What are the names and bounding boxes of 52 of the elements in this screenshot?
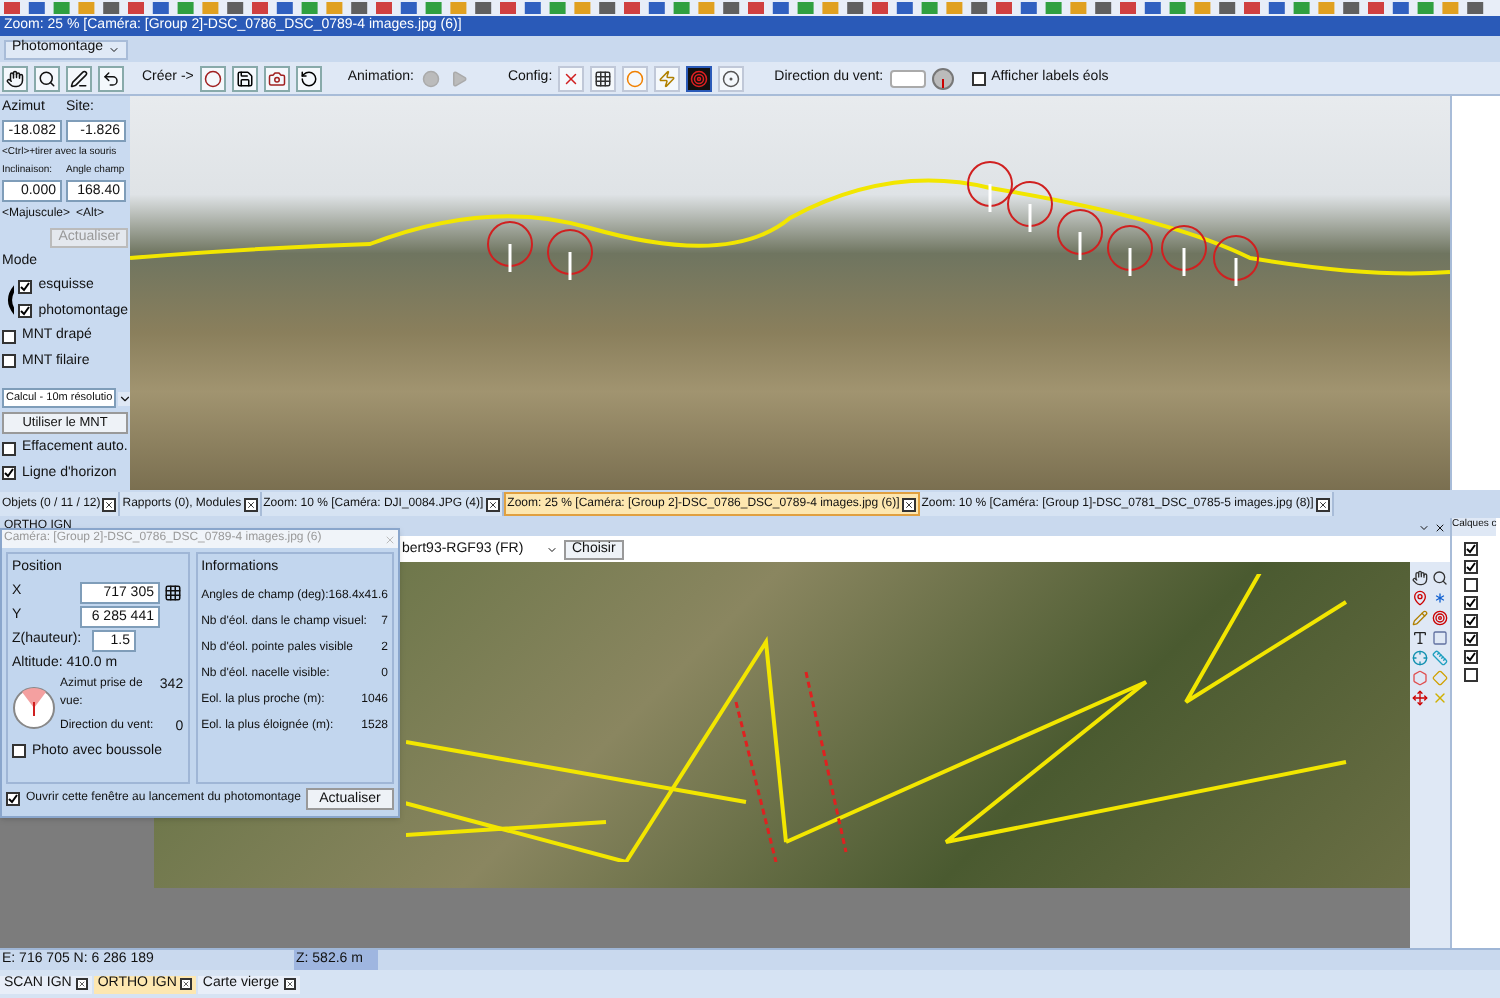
checkbox[interactable] — [18, 279, 33, 294]
hand-icon[interactable] — [2, 65, 28, 91]
toolbar-icons-drawing[interactable] — [0, 0, 1500, 16]
checkbox[interactable] — [1464, 632, 1478, 646]
close-icon[interactable] — [1434, 521, 1446, 533]
checkbox[interactable] — [1464, 650, 1478, 664]
text-icon[interactable] — [1412, 630, 1428, 646]
grid-icon[interactable] — [164, 583, 182, 601]
checkbox[interactable] — [1464, 596, 1478, 610]
bracket-icon — [2, 283, 15, 315]
close-icon[interactable] — [102, 497, 117, 511]
pin-icon[interactable] — [1412, 590, 1428, 606]
checkbox[interactable] — [971, 71, 986, 85]
compass-icon[interactable] — [12, 685, 56, 730]
checkbox[interactable] — [12, 744, 26, 759]
close-icon[interactable] — [1315, 497, 1330, 511]
camera-icon[interactable] — [263, 65, 290, 91]
checkbox[interactable] — [2, 354, 16, 369]
close-icon[interactable] — [283, 978, 296, 990]
collapse-icon[interactable] — [1418, 521, 1430, 533]
move-icon[interactable] — [1412, 690, 1428, 706]
search-icon[interactable] — [1432, 570, 1448, 586]
asterisk-icon[interactable] — [1432, 590, 1448, 606]
save-icon[interactable] — [231, 65, 258, 91]
line-icon[interactable] — [66, 65, 92, 91]
search-icon[interactable] — [34, 65, 60, 91]
checkbox[interactable] — [1464, 668, 1478, 682]
caret-icon — [107, 43, 120, 55]
checkbox[interactable] — [2, 466, 16, 481]
target-icon[interactable] — [686, 65, 713, 91]
wind-dial-icon[interactable] — [931, 67, 954, 89]
checkbox[interactable] — [1464, 560, 1478, 574]
circle-icon[interactable] — [199, 65, 226, 91]
close-icon[interactable] — [485, 497, 500, 511]
cross-icon[interactable] — [558, 65, 585, 91]
close-icon[interactable] — [901, 497, 916, 511]
rings-icon[interactable] — [718, 65, 745, 91]
wind-direction-field[interactable] — [889, 69, 926, 87]
checkbox[interactable] — [2, 329, 16, 344]
rotate-icon[interactable] — [295, 65, 322, 91]
checkbox[interactable] — [1464, 578, 1478, 592]
close-icon[interactable] — [180, 978, 193, 990]
checkbox[interactable] — [18, 304, 33, 319]
hexagon-icon[interactable] — [1412, 670, 1428, 686]
close-icon[interactable] — [75, 978, 88, 990]
checkbox[interactable] — [1464, 542, 1478, 556]
checkbox[interactable] — [2, 441, 16, 456]
hand-icon[interactable] — [1412, 570, 1428, 586]
curve-icon[interactable] — [98, 65, 124, 91]
close-icon[interactable] — [243, 497, 258, 511]
checkbox[interactable] — [6, 792, 20, 806]
checkbox[interactable] — [1464, 614, 1478, 628]
